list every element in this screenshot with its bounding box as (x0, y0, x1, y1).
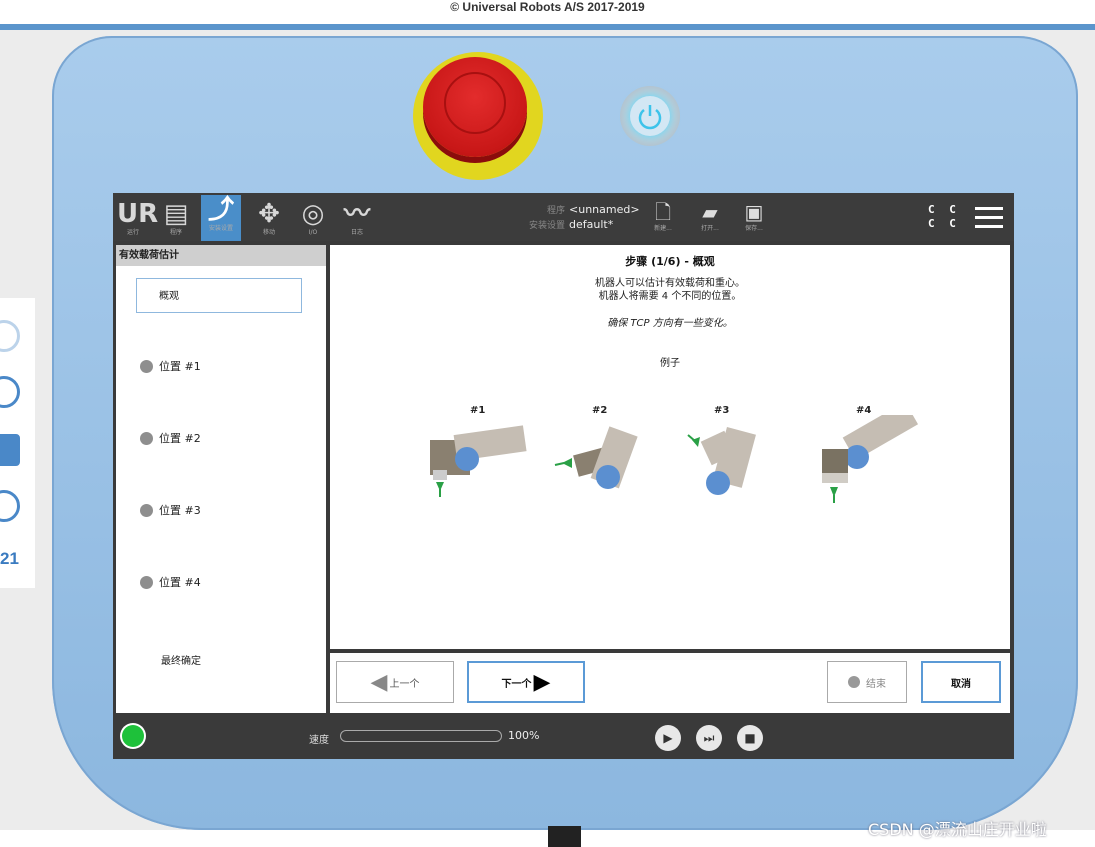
pendant-cable (548, 826, 581, 847)
estop-arrows-icon (444, 72, 506, 134)
step-overview[interactable]: 概观 (136, 278, 302, 313)
program-info: 程序 <unnamed> 安装设置 default* (528, 203, 640, 231)
robot-pose-1 (430, 425, 527, 497)
left-panel: 有效载荷估计 概观 位置 #1 位置 #2 位置 #3 位置 #4 最终确定 (116, 245, 326, 713)
main-panel: 步骤 (1/6) - 概观 机器人可以估计有效载荷和重心。 机器人将需要 4 个… (330, 245, 1010, 649)
cancel-button[interactable]: 取消 (921, 661, 1001, 703)
folder-icon: ▰ (702, 200, 718, 224)
step-title: 步骤 (1/6) - 概观 (625, 255, 715, 268)
emergency-stop-button[interactable] (423, 57, 527, 157)
header-bar: UR 运行 ▤ 程序 ⤴ 安装设置 ✥ 移动 ◎ I/O 〰 日志 程序 <unn… (113, 193, 1014, 241)
instruction-line-2: 机器人将需要 4 个不同的位置。 (598, 291, 742, 302)
log-icon: 〰 (343, 199, 370, 229)
program-icon: ▤ (163, 199, 189, 229)
installation-name: default* (569, 218, 614, 231)
robot-status-indicator[interactable] (122, 725, 144, 747)
step-position-3[interactable]: 位置 #3 (140, 504, 201, 518)
touch-screen: UR 运行 ▤ 程序 ⤴ 安装设置 ✥ 移动 ◎ I/O 〰 日志 程序 <unn… (113, 193, 1014, 759)
play-icon: ▶ (663, 731, 673, 745)
wizard-nav: ◀ 上一个 下一个 ▶ 结束 取消 (330, 653, 1010, 713)
play-icon[interactable] (0, 376, 20, 408)
panel-title: 有效载荷估计 (116, 245, 326, 266)
watermark: CSDN @漂流山庄开业啦 (868, 820, 1047, 839)
io-icon: ◎ (301, 199, 325, 229)
footer-bar: 速度 100% ▶ ⏭ ■ (113, 715, 1014, 759)
status-dot-icon (140, 432, 153, 445)
circle-icon[interactable] (0, 490, 20, 522)
move-icon: ✥ (258, 199, 280, 229)
step-position-1[interactable]: 位置 #1 (140, 360, 201, 374)
stop-square-icon[interactable] (0, 434, 20, 466)
open-file-button[interactable]: ▰ 打开... (695, 201, 725, 232)
status-dot-icon (140, 360, 153, 373)
tab-move[interactable]: ✥ 移动 (253, 199, 285, 239)
prev-button[interactable]: ◀ 上一个 (336, 661, 454, 703)
ur-logo-icon: UR (117, 199, 159, 229)
speed-label: 速度 (309, 735, 329, 746)
stop-button[interactable]: ■ (737, 725, 763, 751)
arrow-left-icon: ◀ (370, 669, 388, 695)
tab-run[interactable]: UR 运行 (117, 199, 159, 239)
step-position-4[interactable]: 位置 #4 (140, 576, 201, 590)
new-file-button[interactable]: 🗋 新建... (648, 201, 678, 232)
save-icon: ▣ (744, 200, 764, 224)
example-heading: 例子 (660, 358, 680, 369)
tab-io[interactable]: ◎ I/O (297, 199, 329, 239)
step-position-2[interactable]: 位置 #2 (140, 432, 201, 446)
wifi-icon[interactable] (0, 320, 20, 352)
program-name: <unnamed> (569, 203, 640, 216)
speed-slider[interactable] (340, 730, 502, 742)
new-file-icon: 🗋 (654, 200, 672, 224)
side-nav-card (0, 298, 35, 588)
finish-button[interactable]: 结束 (827, 661, 907, 703)
installation-icon: ⤴ (207, 195, 234, 225)
tab-log[interactable]: 〰 日志 (341, 199, 373, 239)
check-circle-icon (848, 676, 860, 688)
save-file-button[interactable]: ▣ 保存... (739, 201, 769, 232)
robot-pose-4 (822, 415, 919, 503)
status-dot-icon (140, 504, 153, 517)
step-icon: ⏭ (703, 730, 715, 745)
tab-program[interactable]: ▤ 程序 (160, 199, 192, 239)
copyright-text: © Universal Robots A/S 2017-2019 (450, 0, 645, 14)
step-finalize[interactable]: 最终确定 (161, 652, 201, 667)
robot-pose-illustrations (430, 415, 919, 503)
status-dot-icon (140, 576, 153, 589)
next-button[interactable]: 下一个 ▶ (467, 661, 585, 703)
play-button[interactable]: ▶ (655, 725, 681, 751)
power-button[interactable] (620, 86, 680, 146)
stop-icon: ■ (744, 731, 756, 745)
instruction-line-3: 确保 TCP 方向有一些变化。 (607, 318, 733, 329)
arrow-right-icon: ▶ (533, 669, 551, 695)
step-button[interactable]: ⏭ (696, 725, 722, 751)
robot-pose-2 (554, 426, 638, 489)
cc-indicator: C C C C (928, 203, 960, 230)
speed-value: 100% (508, 729, 540, 742)
hamburger-menu-icon[interactable] (975, 207, 1003, 234)
robot-pose-3 (687, 426, 756, 495)
power-icon (630, 96, 670, 136)
tab-installation[interactable]: ⤴ 安装设置 (201, 195, 241, 241)
instruction-line-1: 机器人可以估计有效载荷和重心。 (595, 278, 745, 289)
side-number: 21 (0, 549, 19, 568)
